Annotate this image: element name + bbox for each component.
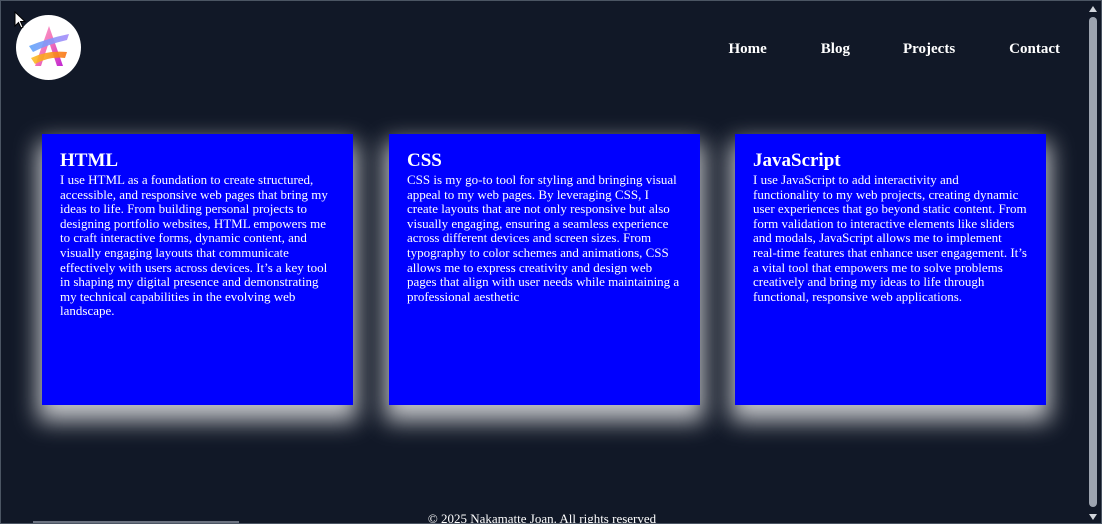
card-html: HTML I use HTML as a foundation to creat… bbox=[42, 134, 353, 405]
page: Home Blog Projects Contact HTML I use HT… bbox=[0, 0, 1102, 524]
main-nav: Home Blog Projects Contact bbox=[728, 41, 1060, 58]
card-title: HTML bbox=[60, 150, 119, 171]
card-text: CSS is my go-to tool for styling and bri… bbox=[407, 172, 680, 304]
scroll-up-icon[interactable] bbox=[1089, 6, 1097, 12]
horizontal-scrollbar[interactable] bbox=[33, 521, 239, 523]
card-javascript: JavaScript I use JavaScript to add inter… bbox=[735, 134, 1046, 405]
scroll-down-icon[interactable] bbox=[1089, 514, 1097, 520]
nav-blog[interactable]: Blog bbox=[821, 41, 850, 58]
vertical-scrollbar[interactable] bbox=[1085, 1, 1101, 523]
nav-home[interactable]: Home bbox=[728, 41, 766, 58]
card-css: CSS CSS is my go-to tool for styling and… bbox=[389, 134, 700, 405]
mouse-cursor-icon bbox=[14, 11, 26, 29]
card-text: I use JavaScript to add interactivity an… bbox=[753, 172, 1027, 304]
nav-projects[interactable]: Projects bbox=[903, 41, 955, 58]
card-title: JavaScript bbox=[753, 150, 841, 171]
card-text: I use HTML as a foundation to create str… bbox=[60, 172, 328, 319]
card-title: CSS bbox=[407, 150, 442, 171]
logo-icon bbox=[28, 25, 69, 66]
nav-contact[interactable]: Contact bbox=[1009, 41, 1060, 58]
scroll-thumb[interactable] bbox=[1089, 17, 1097, 507]
